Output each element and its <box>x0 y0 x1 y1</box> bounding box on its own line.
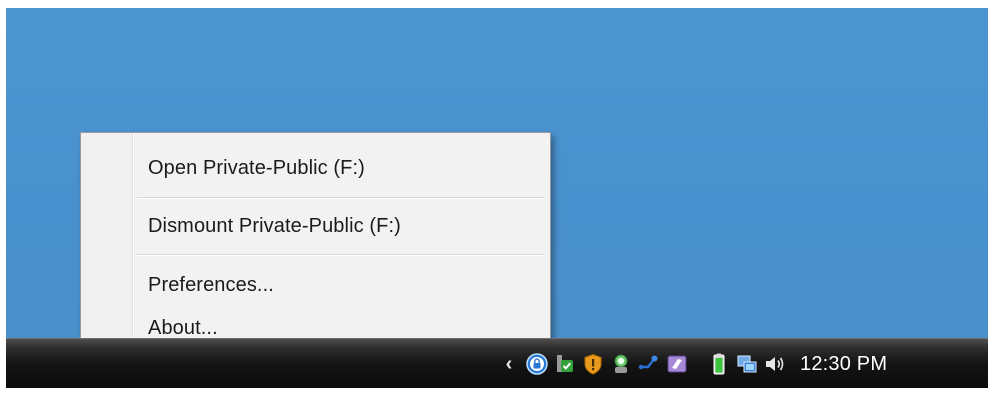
lock-app-icon[interactable] <box>526 353 548 375</box>
menu-item-about-label: About... <box>148 316 218 339</box>
taskbar: ‹ 12:30 PM <box>6 338 988 388</box>
pen-input-icon[interactable] <box>666 353 688 375</box>
network-people-icon[interactable] <box>610 353 632 375</box>
bluetooth-icon[interactable] <box>638 353 660 375</box>
menu-separator <box>137 254 544 256</box>
volume-icon[interactable] <box>764 353 786 375</box>
menu-separator <box>137 197 544 199</box>
menu-item-open[interactable]: Open Private-Public (F:) <box>84 149 547 187</box>
security-center-icon[interactable] <box>554 353 576 375</box>
menu-item-dismount[interactable]: Dismount Private-Public (F:) <box>84 207 547 245</box>
menu-item-preferences[interactable]: Preferences... <box>84 266 547 304</box>
menu-item-open-label: Open Private-Public (F:) <box>148 156 365 179</box>
menu-item-preferences-label: Preferences... <box>148 273 274 296</box>
network-icon[interactable] <box>736 353 758 375</box>
battery-icon[interactable] <box>708 353 730 375</box>
notification-area: ‹ 12:30 PM <box>498 339 988 388</box>
clock[interactable]: 12:30 PM <box>800 353 887 376</box>
tray-context-menu: Open Private-Public (F:) Dismount Privat… <box>80 132 551 348</box>
screen: Open Private-Public (F:) Dismount Privat… <box>6 8 988 388</box>
shield-alert-icon[interactable] <box>582 353 604 375</box>
menu-item-dismount-label: Dismount Private-Public (F:) <box>148 214 401 237</box>
show-hidden-icons-chevron-icon[interactable]: ‹ <box>498 350 520 378</box>
